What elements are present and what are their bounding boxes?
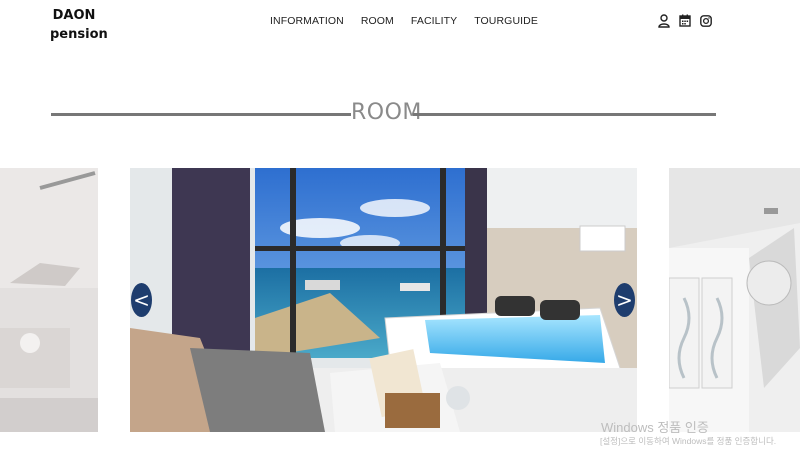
nav-information[interactable]: INFORMATION bbox=[270, 15, 344, 27]
slider-prev-button[interactable]: < bbox=[131, 283, 152, 317]
windows-activation-subtitle: [설정]으로 이동하여 Windows를 정품 인증합니다. bbox=[600, 436, 777, 446]
slide-previous[interactable] bbox=[0, 168, 98, 432]
calendar-icon[interactable] bbox=[678, 13, 691, 28]
main-nav: INFORMATION ROOM FACILITY TOURGUIDE bbox=[270, 15, 538, 27]
title-divider-left bbox=[51, 113, 351, 116]
title-divider-right bbox=[413, 113, 716, 116]
nav-room[interactable]: ROOM bbox=[361, 15, 394, 27]
header-icons bbox=[657, 13, 712, 28]
logo[interactable]: DAON pension bbox=[50, 6, 108, 44]
instagram-icon[interactable] bbox=[699, 13, 712, 28]
slider-next-button[interactable]: > bbox=[614, 283, 635, 317]
logo-line-1: DAON bbox=[52, 8, 96, 23]
user-icon[interactable] bbox=[657, 13, 670, 28]
slide-current[interactable] bbox=[130, 168, 637, 432]
nav-tourguide[interactable]: TOURGUIDE bbox=[474, 15, 538, 27]
windows-activation-title: Windows 정품 인증 bbox=[601, 420, 709, 435]
section-title: ROOM bbox=[351, 100, 422, 125]
slide-next[interactable] bbox=[669, 168, 800, 432]
nav-facility[interactable]: FACILITY bbox=[411, 15, 457, 27]
logo-line-2: pension bbox=[50, 27, 108, 42]
